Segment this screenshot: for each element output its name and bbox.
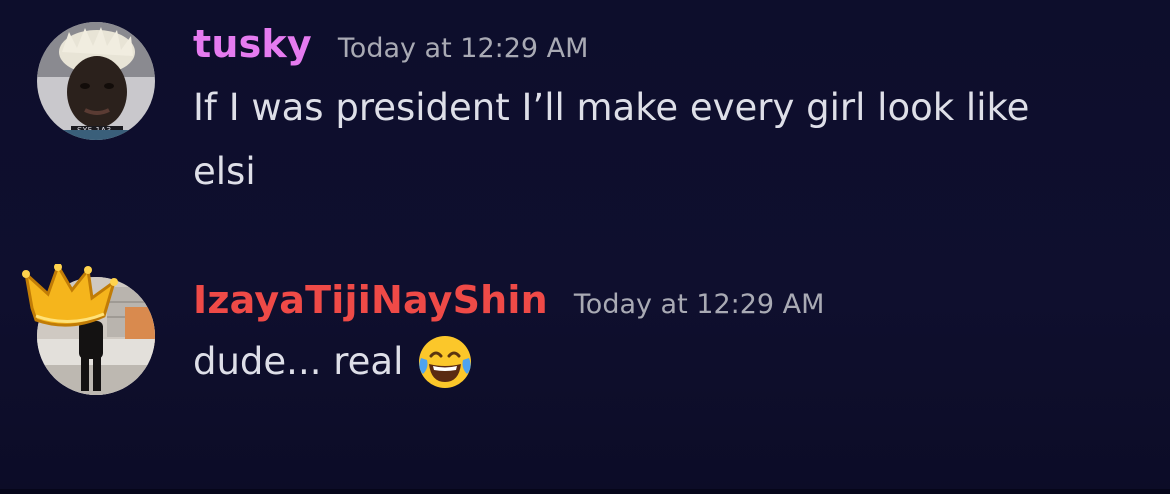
- message-header: IzayaTijiNayShin Today at 12:29 AM: [193, 278, 824, 322]
- username[interactable]: IzayaTijiNayShin: [193, 278, 548, 322]
- avatar-image: SX5-1A3: [37, 22, 155, 140]
- message-item[interactable]: IzayaTijiNayShin Today at 12:29 AM dude.…: [0, 240, 1170, 450]
- message-line: If I was president I’ll make every girl …: [193, 86, 1030, 129]
- message-header: tusky Today at 12:29 AM: [193, 22, 588, 66]
- bottom-divider: [0, 489, 1170, 494]
- message-text: dude... real: [193, 340, 404, 383]
- message-content: If I was president I’ll make every girl …: [193, 76, 1123, 204]
- timestamp: Today at 12:29 AM: [337, 33, 589, 64]
- message-content: dude... real: [193, 330, 1123, 394]
- avatar[interactable]: SX5-1A3: [37, 22, 155, 140]
- timestamp: Today at 12:29 AM: [573, 289, 825, 320]
- chat-message-list: SX5-1A3 tusky Today at 12:29 AM If I was…: [0, 0, 1170, 490]
- face-with-tears-of-joy-icon: [419, 336, 472, 388]
- message-line: elsi: [193, 150, 256, 193]
- message-item[interactable]: SX5-1A3 tusky Today at 12:29 AM If I was…: [0, 0, 1170, 230]
- crown-icon: [22, 264, 118, 327]
- username[interactable]: tusky: [193, 22, 312, 66]
